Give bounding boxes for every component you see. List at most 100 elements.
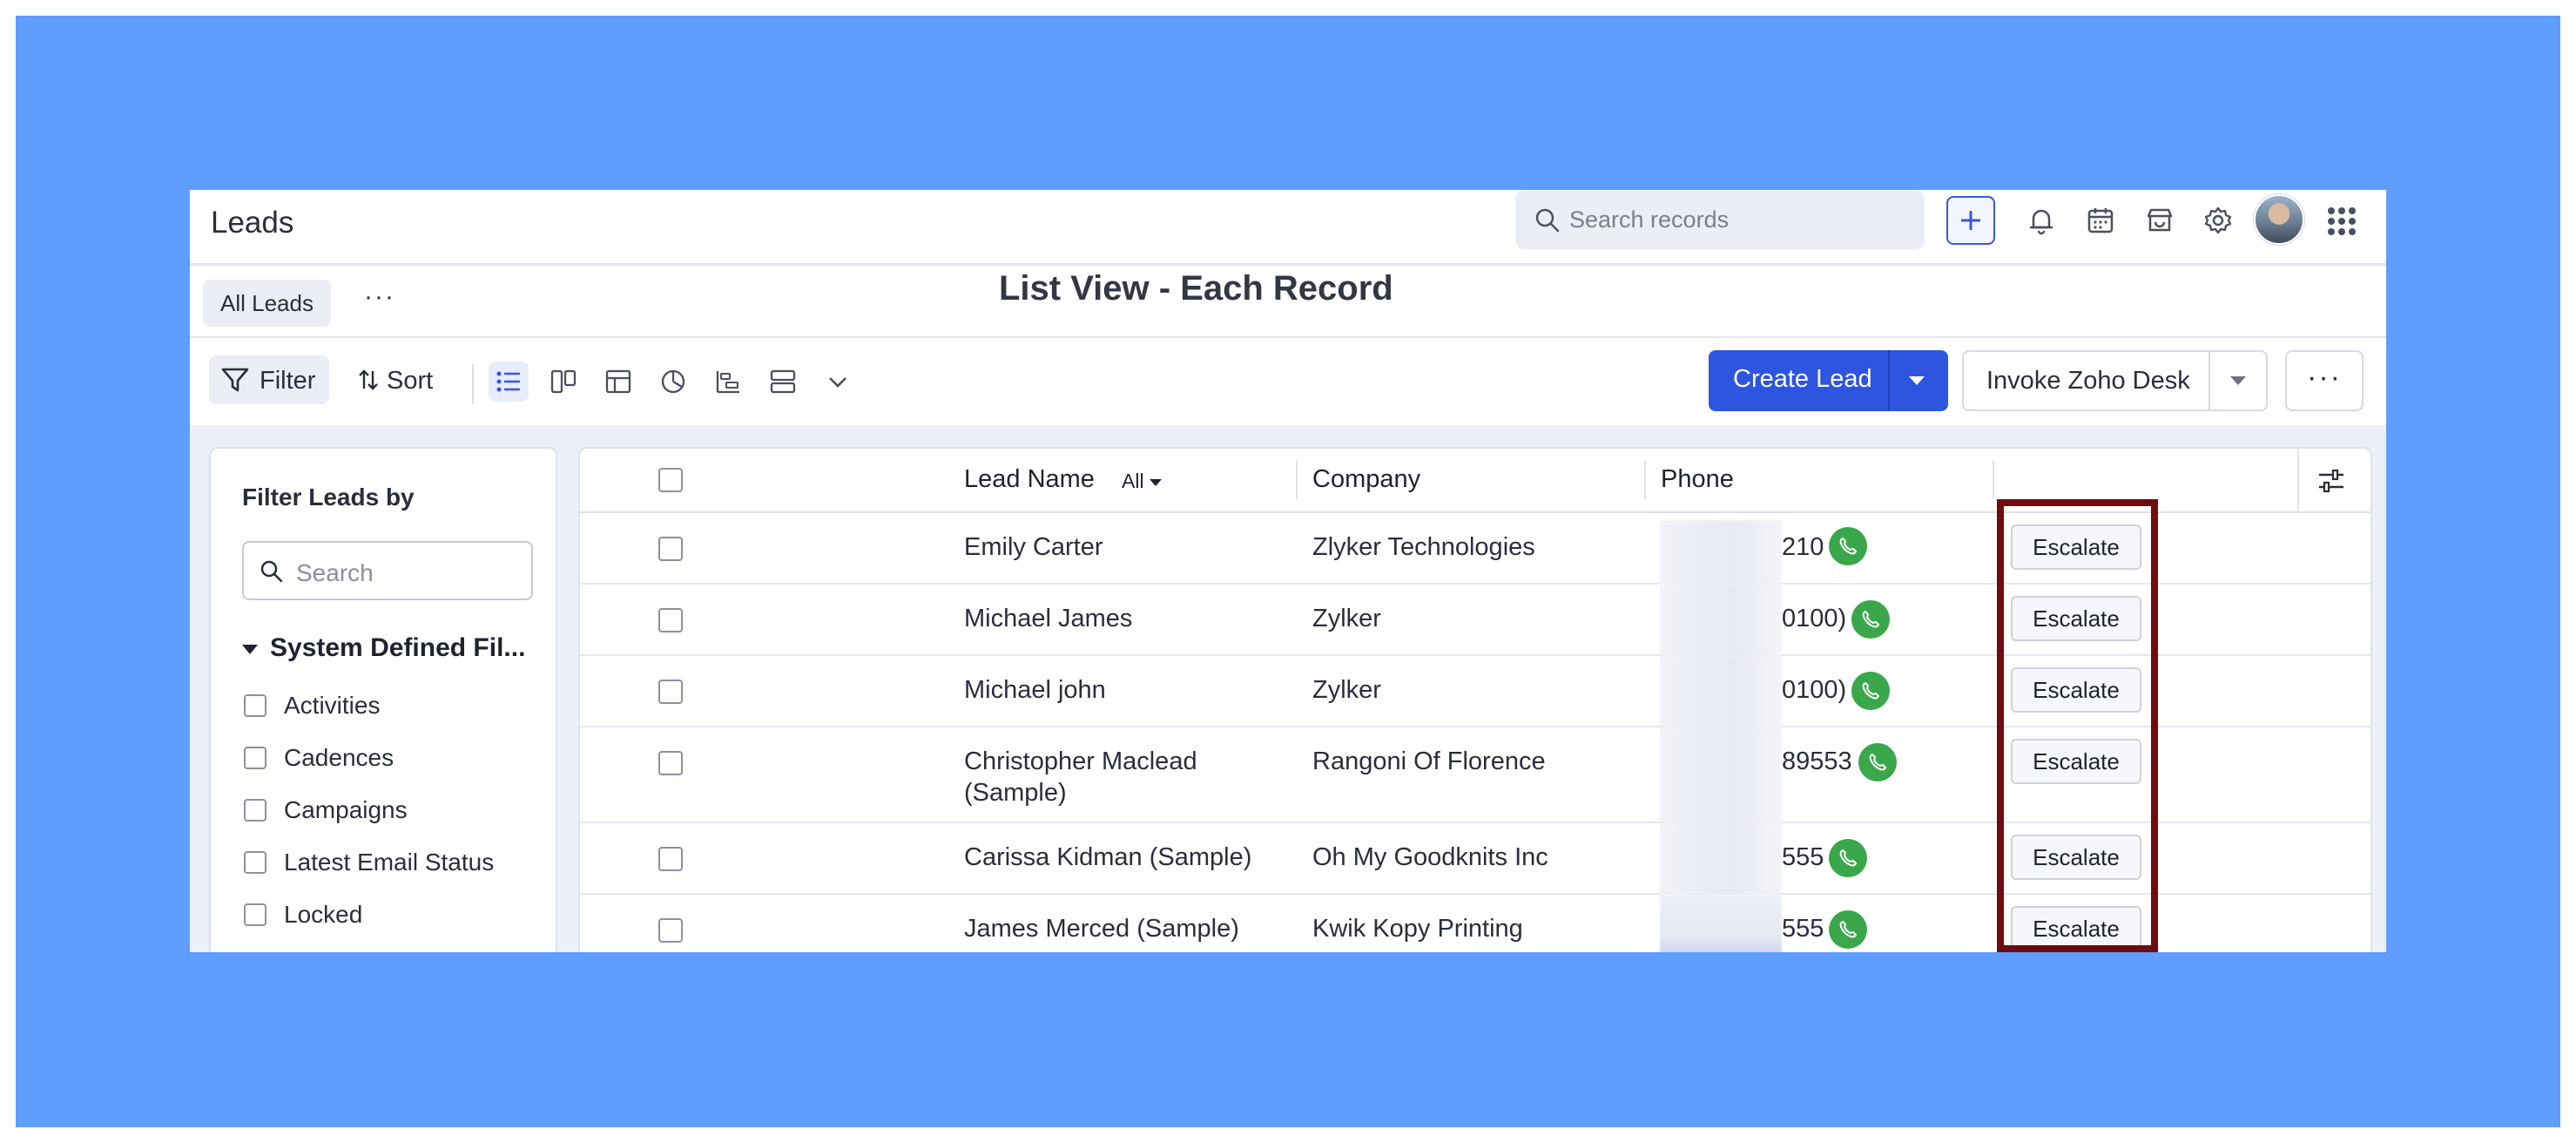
filter-item-label: Cadences [284,744,394,771]
list-view-button[interactable] [489,362,529,402]
kanban-icon [550,369,577,394]
filter-icon [221,368,249,392]
column-divider [1644,461,1646,499]
table-row[interactable]: Christopher Maclead (Sample) Rangoni Of … [580,727,2370,823]
filter-button[interactable]: Filter [209,355,329,404]
row-checkbox[interactable] [658,608,683,632]
sort-button[interactable]: Sort [357,367,433,396]
app-grid-icon[interactable] [2326,206,2357,237]
redacted-phone [1660,823,1782,895]
lead-name-filter-dropdown[interactable]: All [1122,470,1162,493]
chart-view-button[interactable] [653,362,693,402]
company-cell: Zylker [1312,605,1381,632]
quick-create-button[interactable] [1946,196,1995,245]
sort-label: Sort [387,367,434,395]
row-checkbox[interactable] [658,847,683,871]
redacted-phone [1660,727,1782,823]
table-row[interactable]: Carissa Kidman (Sample) Oh My Goodknits … [580,823,2370,895]
toolbar-divider [472,364,474,404]
escalate-button[interactable]: Escalate [2011,524,2141,570]
global-search[interactable]: Search records [1515,191,1925,249]
more-views-button[interactable]: ··· [364,282,395,312]
caret-down-icon [242,644,258,654]
caret-down-icon[interactable] [2230,376,2246,385]
column-lead-name[interactable]: Lead Name [964,465,1095,494]
system-filters-section[interactable]: System Defined Fil... [242,633,525,663]
row-checkbox[interactable] [658,918,683,943]
lead-name-cell[interactable]: James Merced (Sample) [964,913,1239,944]
marketplace-icon[interactable] [2143,204,2176,237]
calendar-icon[interactable] [2084,204,2117,237]
column-phone[interactable]: Phone [1661,465,1734,494]
filter-item-label: Campaigns [284,796,408,823]
redacted-phone [1660,585,1782,656]
create-lead-button[interactable]: Create Lead [1709,350,1948,411]
invoke-zoho-desk-button[interactable]: Invoke Zoho Desk [1962,350,2268,411]
call-icon[interactable] [1829,839,1867,877]
filter-item-label: Locked [284,901,363,928]
checkbox[interactable] [244,851,266,874]
table-icon [605,369,631,394]
table-row[interactable]: Michael john Zylker 0100) Escalate [580,656,2370,727]
column-divider [1993,461,1994,499]
filter-label: Filter [260,367,316,395]
column-company[interactable]: Company [1312,465,1420,494]
call-icon[interactable] [1858,743,1897,781]
filter-all-label: All [1122,470,1144,492]
call-icon[interactable] [1851,672,1890,710]
phone-cell: 555 [1782,843,1824,871]
lead-name-cell[interactable]: Michael john [964,674,1106,706]
caret-down-icon[interactable] [1909,376,1925,385]
checkbox[interactable] [244,799,266,822]
filter-panel-title: Filter Leads by [242,484,415,511]
kanban-view-button[interactable] [543,362,583,402]
select-all-checkbox[interactable] [658,468,683,492]
checkbox[interactable] [244,747,266,769]
search-icon [1535,208,1560,233]
checkbox[interactable] [244,903,266,926]
lead-name-cell[interactable]: Carissa Kidman (Sample) [964,842,1251,873]
more-actions-button[interactable]: ··· [2285,350,2364,411]
escalate-button[interactable]: Escalate [2011,667,2141,713]
redacted-phone [1660,895,1782,952]
company-cell: Zlyker Technologies [1312,533,1535,561]
column-settings-icon[interactable] [2316,465,2347,497]
row-checkbox[interactable] [658,751,683,775]
timeline-view-button[interactable] [708,362,748,402]
module-title: Leads [211,206,294,240]
escalate-button[interactable]: Escalate [2011,739,2141,784]
escalate-button[interactable]: Escalate [2011,596,2141,641]
plus-icon [1961,211,1980,230]
redacted-phone [1660,520,1782,585]
table-row[interactable]: Michael James Zylker 0100) Escalate [580,585,2370,656]
escalate-button[interactable]: Escalate [2011,835,2141,880]
row-checkbox[interactable] [658,680,683,704]
user-avatar[interactable] [2254,194,2304,245]
gear-icon[interactable] [2202,204,2235,237]
call-icon[interactable] [1829,527,1867,565]
tab-all-leads[interactable]: All Leads [203,280,331,327]
lead-name-cell[interactable]: Christopher Maclead (Sample) [964,746,1260,808]
more-views-dropdown[interactable] [818,362,858,402]
table-row[interactable]: James Merced (Sample) Kwik Kopy Printing… [580,895,2370,952]
call-icon[interactable] [1829,910,1867,949]
company-cell: Zylker [1312,676,1381,704]
filter-panel: Filter Leads by Search System Defined Fi… [209,447,557,952]
lead-name-cell[interactable]: Michael James [964,603,1132,634]
row-checkbox[interactable] [658,537,683,561]
filter-item-label: Latest Email Status [284,849,495,876]
bell-icon[interactable] [2025,204,2058,237]
annotation-title: List View - Each Record [999,269,1393,308]
checkbox[interactable] [244,694,266,717]
escalate-button[interactable]: Escalate [2011,906,2141,951]
canvas-view-button[interactable] [763,362,803,402]
crm-window: Leads Search records All Leads ··· List … [190,190,2386,952]
invoke-divider [2208,352,2210,409]
lead-name-cell[interactable]: Emily Carter [964,531,1103,563]
table-view-button[interactable] [598,362,638,402]
filter-search-input[interactable]: Search [242,541,533,600]
company-cell: Rangoni Of Florence [1312,747,1546,775]
table-header: Lead Name All Company Phone [580,449,2370,513]
call-icon[interactable] [1851,600,1890,639]
table-row[interactable]: Emily Carter Zlyker Technologies 210 Esc… [580,513,2370,585]
